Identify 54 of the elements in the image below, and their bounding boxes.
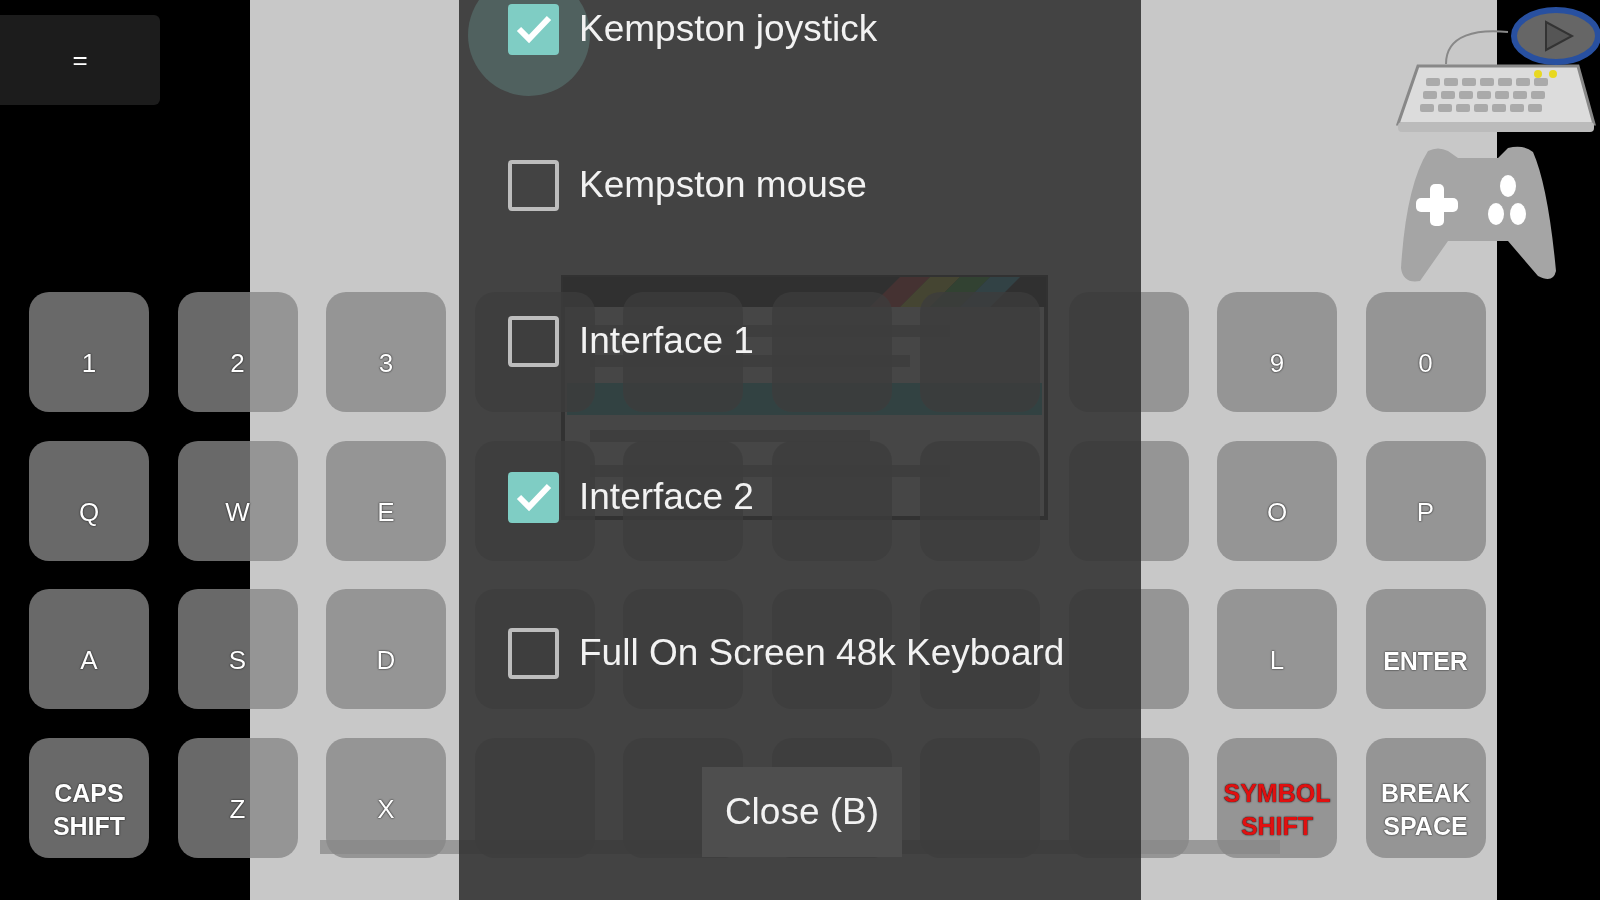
option-label[interactable]: Interface 1: [579, 320, 754, 362]
keyboard-key[interactable]: Z: [177, 737, 298, 858]
option-label[interactable]: Kempston mouse: [579, 164, 867, 206]
option-label[interactable]: Kempston joystick: [579, 8, 878, 50]
keyboard-key[interactable]: D: [326, 589, 446, 709]
checkbox[interactable]: [508, 471, 559, 523]
key-label: P: [1416, 495, 1435, 529]
key-label: 9: [1269, 347, 1285, 381]
option-label[interactable]: Full On Screen 48k Keyboard: [579, 632, 1065, 674]
checkbox[interactable]: [508, 3, 559, 55]
keyboard-key[interactable]: L: [1217, 589, 1337, 709]
key-label: 3: [378, 347, 394, 381]
checkbox[interactable]: [508, 627, 559, 679]
key-label: 1: [81, 347, 97, 381]
key-label: D: [376, 644, 396, 678]
option-label[interactable]: Interface 2: [579, 476, 754, 518]
keyboard-key[interactable]: Q: [29, 440, 149, 561]
keyboard-key[interactable]: CAPS SHIFT: [29, 737, 149, 858]
key-label: Q: [78, 495, 100, 529]
check-icon: [515, 14, 552, 44]
keyboard-key[interactable]: W: [177, 440, 298, 561]
checkbox[interactable]: [508, 159, 559, 211]
keyboard-key[interactable]: S: [177, 589, 298, 709]
keyboard-key[interactable]: ENTER: [1365, 589, 1486, 709]
key-label: SYMBOL SHIFT: [1222, 778, 1332, 842]
keyboard-key[interactable]: O: [1217, 440, 1337, 561]
keyboard-key[interactable]: A: [29, 589, 149, 709]
key-label: S: [228, 644, 247, 678]
checkbox[interactable]: [508, 315, 559, 367]
key-label: BREAK SPACE: [1380, 778, 1471, 842]
keyboard-key[interactable]: E: [326, 440, 446, 561]
keyboard-key[interactable]: 0: [1365, 292, 1486, 412]
keyboard-key[interactable]: BREAK SPACE: [1365, 737, 1486, 858]
menu-button[interactable]: =: [0, 15, 160, 105]
key-label: W: [225, 495, 250, 529]
key-label: CAPS SHIFT: [51, 778, 127, 842]
key-label: 2: [230, 347, 245, 381]
key-label: X: [377, 792, 395, 826]
close-button[interactable]: Close (B): [702, 767, 902, 857]
keyboard-key[interactable]: 9: [1217, 292, 1337, 412]
key-label: O: [1266, 495, 1288, 529]
keyboard-key[interactable]: P: [1365, 440, 1486, 561]
key-label: L: [1269, 644, 1285, 678]
keyboard-key[interactable]: 1: [29, 292, 149, 412]
keyboard-key[interactable]: X: [326, 737, 446, 858]
key-label: A: [80, 644, 98, 678]
check-icon: [515, 482, 552, 512]
key-label: 0: [1418, 347, 1433, 381]
keyboard-key[interactable]: 3: [326, 292, 446, 412]
key-label: ENTER: [1382, 645, 1469, 677]
gamepad-icon[interactable]: [1398, 146, 1558, 284]
keyboard-key[interactable]: 2: [177, 292, 298, 412]
key-label: E: [377, 495, 395, 529]
key-label: Z: [229, 792, 246, 826]
